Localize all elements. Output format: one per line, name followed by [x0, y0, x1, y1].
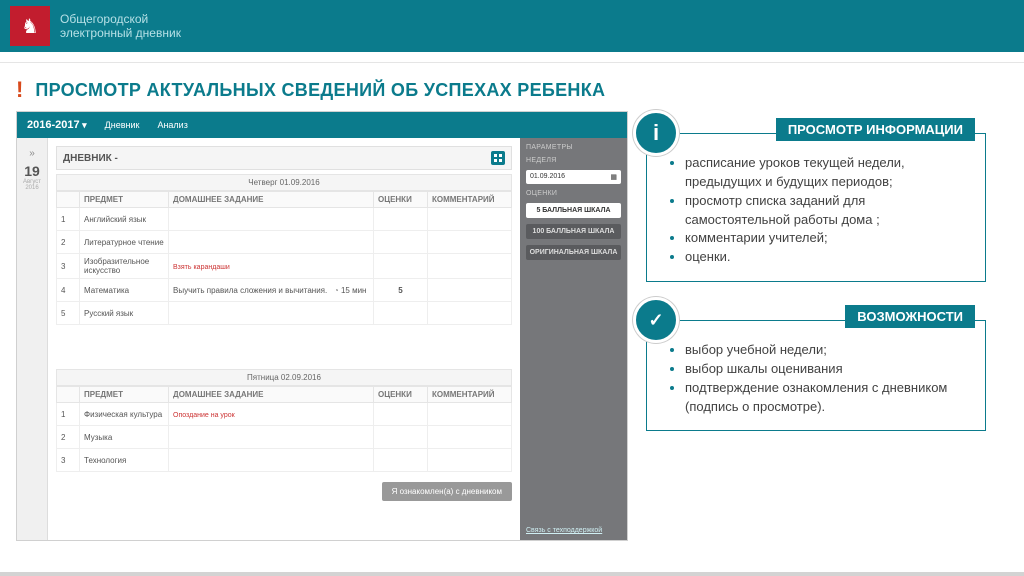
list-item: выбор учебной недели;: [685, 341, 971, 360]
info-panel: i ПРОСМОТР ИНФОРМАЦИИ расписание уроков …: [646, 133, 986, 282]
scale-5-button[interactable]: 5 БАЛЛЬНАЯ ШКАЛА: [526, 203, 621, 218]
timetable-thursday: ПРЕДМЕТ ДОМАШНЕЕ ЗАДАНИЕ ОЦЕНКИ КОММЕНТА…: [56, 191, 512, 325]
table-row: 3Технология: [57, 449, 512, 472]
app-sidebar: ПАРАМЕТРЫ Неделя 01.09.2016 ▦ Оценки 5 Б…: [520, 138, 627, 540]
slide-title: ПРОСМОТР АКТУАЛЬНЫХ СВЕДЕНИЙ ОБ УСПЕХАХ …: [35, 80, 605, 101]
list-item: подтверждение ознакомления с дневником (…: [685, 379, 971, 417]
diary-header: ДНЕВНИК -: [56, 146, 512, 170]
list-item: комментарии учителей;: [685, 229, 971, 248]
list-item: расписание уроков текущей недели, предыд…: [685, 154, 971, 192]
list-item: просмотр списка заданий для самостоятель…: [685, 192, 971, 230]
features-list: выбор учебной недели;выбор шкалы оценива…: [669, 341, 971, 416]
table-row: 4МатематикаВыучить правила сложения и вы…: [57, 279, 512, 302]
year-label: 2016: [17, 185, 47, 191]
header-line1: Общегородской: [60, 12, 181, 26]
info-list: расписание уроков текущей недели, предыд…: [669, 154, 971, 267]
scale-original-button[interactable]: ОРИГИНАЛЬНАЯ ШКАЛА: [526, 245, 621, 260]
sidebar-marks-label: Оценки: [526, 190, 621, 197]
table-row: 3Изобразительное искусствоВзять карандаш…: [57, 254, 512, 279]
chevron-right-icon[interactable]: »: [17, 148, 47, 159]
table-row: 2Музыка: [57, 426, 512, 449]
screenshot-panel: 2016-2017 Дневник Анализ » 19 Август 201…: [16, 111, 628, 541]
table-row: 5Русский язык: [57, 302, 512, 325]
tab-diary[interactable]: Дневник: [105, 120, 140, 130]
divider: [0, 52, 1024, 63]
year-selector[interactable]: 2016-2017: [27, 119, 87, 131]
day-header-1: Четверг 01.09.2016: [56, 174, 512, 191]
tab-analysis[interactable]: Анализ: [157, 120, 187, 130]
sidebar-params-label: ПАРАМЕТРЫ: [526, 144, 621, 151]
info-icon: i: [633, 110, 679, 156]
grid-icon[interactable]: [491, 151, 505, 165]
week-date-input[interactable]: 01.09.2016 ▦: [526, 170, 621, 184]
scale-100-button[interactable]: 100 БАЛЛЬНАЯ ШКАЛА: [526, 224, 621, 239]
date-column: » 19 Август 2016: [17, 138, 48, 540]
acknowledge-button[interactable]: Я ознакомлен(а) с дневником: [382, 482, 512, 501]
slide-header: ♞ Общегородской электронный дневник: [0, 0, 1024, 52]
app-bar: 2016-2017 Дневник Анализ: [17, 112, 627, 138]
calendar-icon: ▦: [610, 173, 617, 181]
table-row: 1Физическая культураОпоздание на урок: [57, 403, 512, 426]
footer-strip: [0, 572, 1024, 576]
features-panel-title: ВОЗМОЖНОСТИ: [845, 305, 975, 328]
col-subject: ПРЕДМЕТ: [80, 192, 169, 208]
table-row: 2Литературное чтение: [57, 231, 512, 254]
support-link[interactable]: Связь с техподдержкой: [526, 527, 621, 534]
day-header-2: Пятница 02.09.2016: [56, 369, 512, 386]
header-line2: электронный дневник: [60, 26, 181, 40]
table-row: 1Английский язык: [57, 208, 512, 231]
features-panel: ✓ ВОЗМОЖНОСТИ выбор учебной недели;выбор…: [646, 320, 986, 431]
moscow-crest-icon: ♞: [10, 6, 50, 46]
diary-title: ДНЕВНИК -: [63, 153, 118, 164]
day-number: 19: [17, 163, 47, 179]
info-panel-title: ПРОСМОТР ИНФОРМАЦИИ: [776, 118, 975, 141]
exclaim-icon: !: [16, 77, 23, 103]
timetable-friday: ПРЕДМЕТ ДОМАШНЕЕ ЗАДАНИЕ ОЦЕНКИ КОММЕНТА…: [56, 386, 512, 472]
col-marks: ОЦЕНКИ: [374, 192, 428, 208]
check-plus-icon: ✓: [633, 297, 679, 343]
col-homework: ДОМАШНЕЕ ЗАДАНИЕ: [169, 192, 374, 208]
sidebar-week-label: Неделя: [526, 157, 621, 164]
list-item: выбор шкалы оценивания: [685, 360, 971, 379]
col-comments: КОММЕНТАРИЙ: [428, 192, 512, 208]
list-item: оценки.: [685, 248, 971, 267]
